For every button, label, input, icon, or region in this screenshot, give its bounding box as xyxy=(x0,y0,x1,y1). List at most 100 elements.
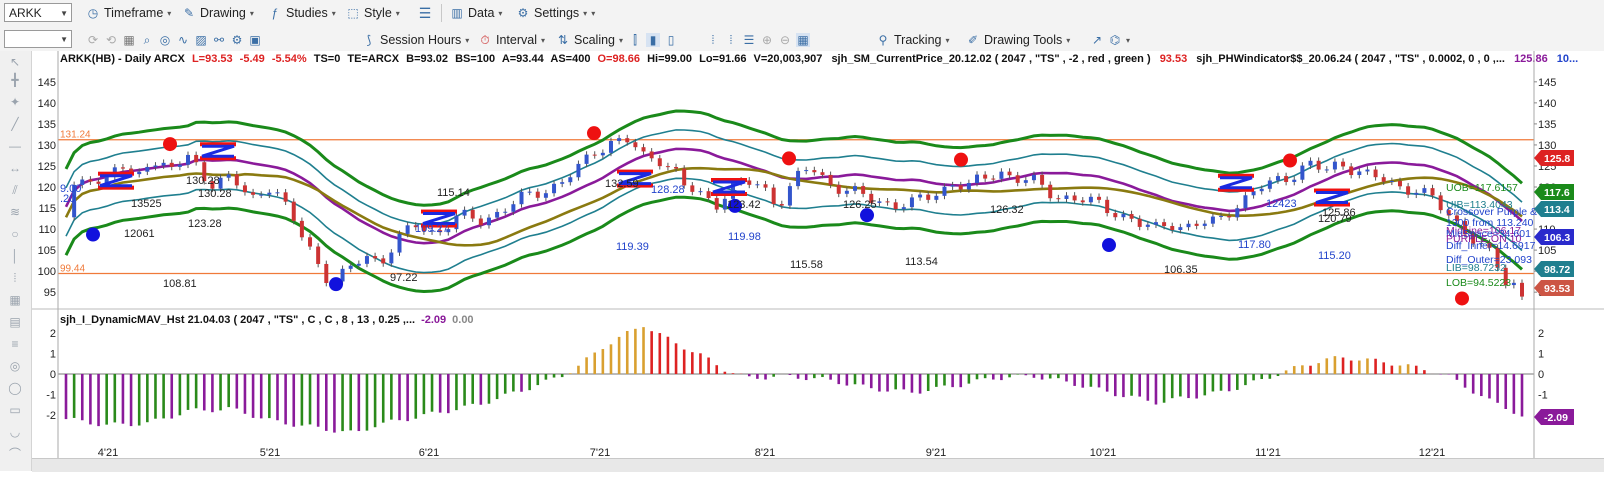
osc-tick-right: 2 xyxy=(1538,328,1544,340)
bar-type-group: ⫿ ▮ ▯ xyxy=(628,31,678,49)
hline-icon[interactable]: ― xyxy=(7,139,23,153)
more-icon[interactable]: ⌒ xyxy=(7,447,23,461)
data-icon: ▥ xyxy=(451,6,463,20)
chevron-down-icon[interactable]: ▼ xyxy=(60,31,68,49)
candle-body xyxy=(1015,175,1020,183)
style-menu[interactable]: ⬚ Style ▾ xyxy=(346,4,399,22)
layout-button[interactable]: ☰ xyxy=(418,4,432,22)
candle-body xyxy=(909,197,914,208)
gear-small-icon[interactable]: ⚙ xyxy=(230,33,244,47)
symbol-input[interactable]: ARKK ▼ xyxy=(4,3,72,22)
data-menu[interactable]: ▥ Data ▾ xyxy=(450,4,502,22)
hollow-candle-icon[interactable]: ▯ xyxy=(664,33,678,47)
arc-icon[interactable]: ◡ xyxy=(7,425,23,439)
candle-body xyxy=(291,201,296,221)
grid-icon[interactable]: ▦ xyxy=(7,293,23,307)
study2-value2: 10... xyxy=(1557,53,1578,65)
channel-icon[interactable]: ⫽ xyxy=(7,183,23,197)
vline-icon[interactable]: │ xyxy=(7,249,23,263)
osc-tick-left: -2 xyxy=(46,410,56,422)
zoom-out-icon[interactable]: ⊖ xyxy=(778,33,792,47)
settings-menu[interactable]: ⚙ Settings ▾ ▾ xyxy=(516,4,596,22)
drawing-menu[interactable]: ✎ Drawing ▾ xyxy=(182,4,254,22)
candle-body xyxy=(560,182,565,184)
crosshair-icon[interactable]: ╋ xyxy=(7,73,23,87)
zoom-icon[interactable]: ⌕ xyxy=(140,33,154,47)
candle-body xyxy=(153,165,158,167)
bars2-icon[interactable]: ⦙ xyxy=(724,33,738,47)
target-icon[interactable]: ◎ xyxy=(158,33,172,47)
candle-body xyxy=(251,192,256,195)
candle-body xyxy=(1511,282,1516,286)
candle-body xyxy=(120,167,125,169)
scaling-menu[interactable]: ⇅ Scaling ▾ xyxy=(556,31,623,49)
right-annotation: UOB=117.6157 xyxy=(1446,182,1518,194)
trend-icon[interactable]: ↗ xyxy=(1090,33,1104,47)
line-icon[interactable]: ╱ xyxy=(7,117,23,131)
chevron-down-icon[interactable]: ▼ xyxy=(60,4,68,23)
bars-icon[interactable]: ⦙ xyxy=(706,33,720,47)
grid-icon[interactable]: ▦ xyxy=(122,33,136,47)
ellipse-icon[interactable]: ◯ xyxy=(7,381,23,395)
wand-icon[interactable]: ✦ xyxy=(7,95,23,109)
candle-body xyxy=(885,201,890,203)
candle-body xyxy=(1056,198,1061,200)
open-value: O=98.66 xyxy=(598,53,641,65)
bars-icon[interactable]: ⦙ xyxy=(7,271,23,285)
candle-body xyxy=(714,198,719,210)
wave-icon[interactable]: ∿ xyxy=(176,33,190,47)
interval-menu[interactable]: ⏱ Interval ▾ xyxy=(478,31,545,49)
value-tag-text: 98.72 xyxy=(1544,264,1570,276)
timeframe-menu[interactable]: ◷ Timeframe ▾ xyxy=(86,4,172,22)
candle-body xyxy=(1219,215,1224,217)
circle-icon[interactable]: ○ xyxy=(7,227,23,241)
last-price: L=93.53 xyxy=(192,53,233,65)
secondary-input[interactable]: ▼ xyxy=(4,30,72,48)
layout2-icon[interactable]: ☰ xyxy=(742,33,756,47)
lines-icon[interactable]: ≡ xyxy=(7,337,23,351)
candle-icon[interactable]: ▮ xyxy=(646,33,660,47)
chart-area[interactable]: ARKK(HB) - Daily ARCX L=93.53 -5.49 -5.5… xyxy=(32,51,1604,458)
rect-icon[interactable]: ▭ xyxy=(7,403,23,417)
compare-icon[interactable]: ⚯ xyxy=(212,33,226,47)
candle-body xyxy=(1373,169,1378,178)
link-icon[interactable]: ⟲ xyxy=(104,33,118,47)
table-icon[interactable]: ▤ xyxy=(7,315,23,329)
candle-body xyxy=(755,184,760,186)
candle-body xyxy=(1227,215,1232,218)
studies-menu[interactable]: ƒ Studies ▾ xyxy=(268,4,336,22)
candle-body xyxy=(552,183,557,194)
candle-body xyxy=(763,184,768,188)
ask-size: AS=400 xyxy=(550,53,590,65)
tracking-menu[interactable]: ⚲ Tracking ▾ xyxy=(876,31,950,49)
drawing-tools-menu[interactable]: ✐ Drawing Tools ▾ xyxy=(966,31,1070,49)
candle-body xyxy=(299,220,304,238)
candle-body xyxy=(161,162,166,166)
zoom-in-icon[interactable]: ⊕ xyxy=(760,33,774,47)
chart-icon[interactable]: ▨ xyxy=(194,33,208,47)
fib-icon[interactable]: ≋ xyxy=(7,205,23,219)
spiral-icon[interactable]: ◎ xyxy=(7,359,23,373)
refresh-icon[interactable]: ⟳ xyxy=(86,33,100,47)
pointer-icon[interactable]: ↖ xyxy=(7,55,23,69)
date-tick: 9'21 xyxy=(926,447,946,458)
arrows-icon[interactable]: ↔ xyxy=(7,161,23,175)
main-toolbar: ARKK ▼ ◷ Timeframe ▾ ✎ Drawing ▾ ƒ Studies ▾ ⬚ S… xyxy=(0,0,1604,28)
candle-body xyxy=(682,168,687,186)
price-label: 126.25 xyxy=(843,199,877,211)
price-label: 119.39 xyxy=(616,241,649,253)
candle-body xyxy=(861,186,866,194)
study2-label: sjh_PHWindicator$$_20.06.24 ( 2047 , "TS… xyxy=(1196,53,1505,65)
studies-icon: ƒ xyxy=(271,6,279,20)
price-label: 106.35 xyxy=(1164,264,1198,276)
grid2-icon[interactable]: ▦ xyxy=(796,33,810,47)
overlay-icon[interactable]: ⌬ xyxy=(1108,33,1122,47)
session-hours-menu[interactable]: ⟆ Session Hours ▾ xyxy=(362,31,470,49)
candle-body xyxy=(373,256,378,259)
panel-icon[interactable]: ▣ xyxy=(248,33,262,47)
osc-tick-left: -1 xyxy=(46,390,56,402)
candle-body xyxy=(1031,174,1036,181)
ohlc-icon[interactable]: ⫿ xyxy=(628,33,642,47)
candle-body xyxy=(649,151,654,159)
candle-body xyxy=(999,171,1004,179)
